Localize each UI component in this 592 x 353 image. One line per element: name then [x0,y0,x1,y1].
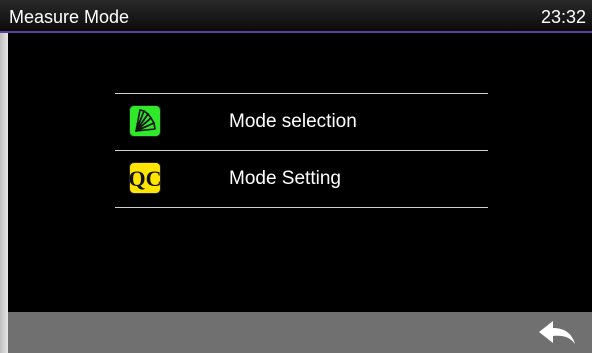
qc-icon: QC [129,162,161,194]
menu-list: Mode selection QC Mode Setting [115,93,488,208]
measure-mode-screen: Measure Mode 23:32 Mode selection QC Mod… [0,0,592,353]
back-arrow-icon [539,321,575,344]
bottom-toolbar [8,312,592,353]
fan-icon [129,105,161,137]
qc-icon-text: QC [130,166,160,191]
clock: 23:32 [540,7,586,27]
left-bezel [0,33,8,353]
title-bar: Measure Mode 23:32 [0,0,592,33]
menu-item-label: Mode selection [229,111,357,132]
divider [115,207,488,208]
menu-item-label: Mode Setting [229,168,341,189]
back-button[interactable] [536,319,578,347]
page-title: Measure Mode [9,7,130,27]
menu-item-mode-selection[interactable]: Mode selection [115,94,488,150]
menu-item-mode-setting[interactable]: QC Mode Setting [115,151,488,207]
